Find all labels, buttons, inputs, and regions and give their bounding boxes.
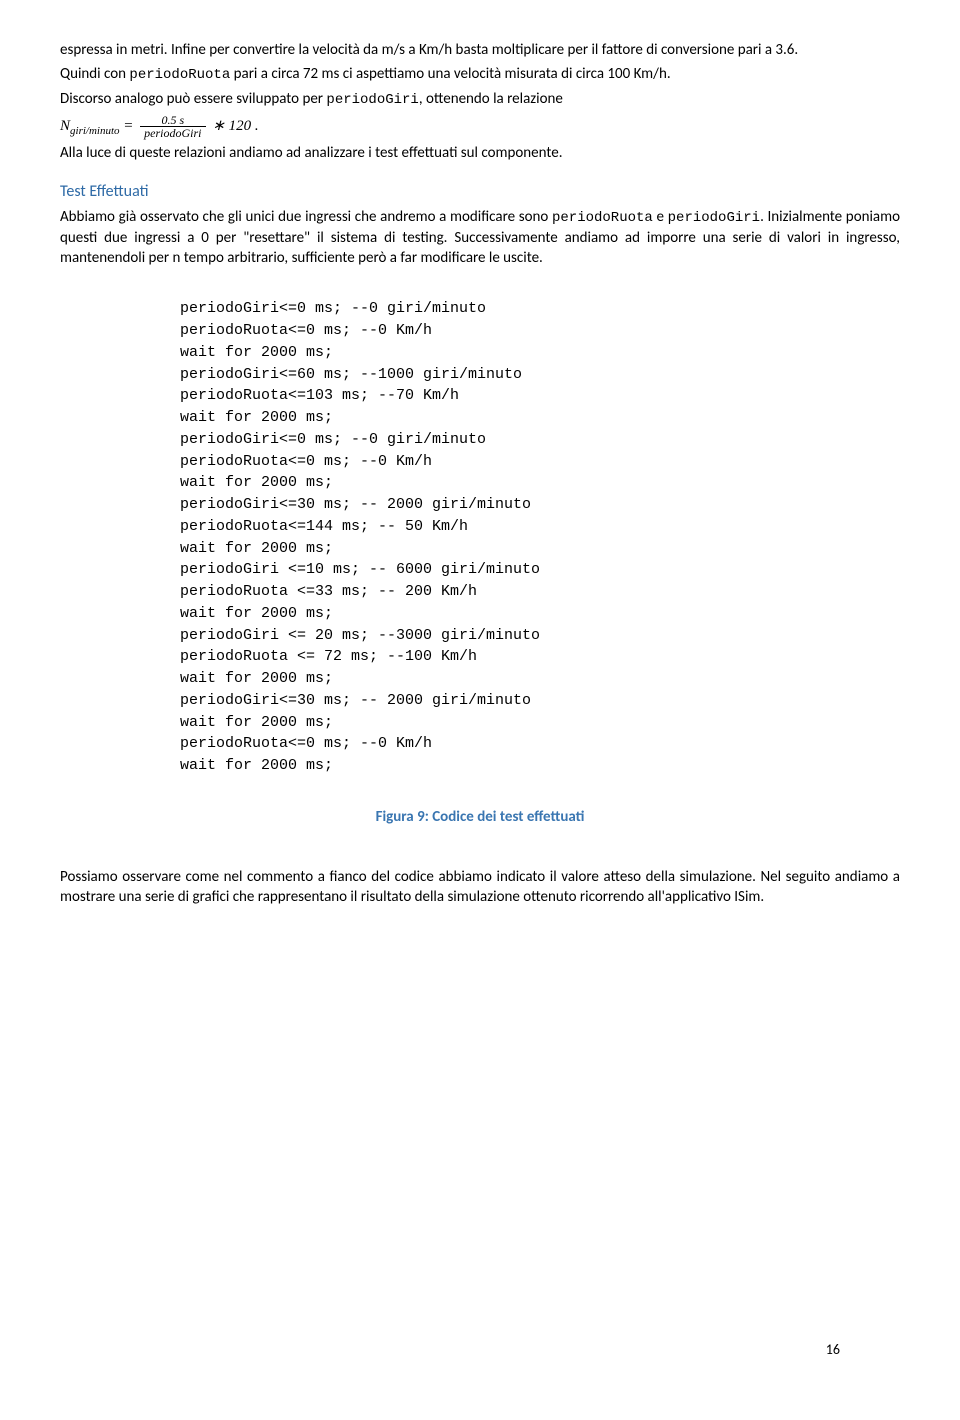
formula: Ngiri/minuto = 0.5 speriodoGiri ∗ 120 .	[60, 118, 259, 134]
page-number: 16	[826, 1341, 840, 1360]
text: espressa in metri. Infine per convertire…	[60, 41, 798, 59]
formula-line: Ngiri/minuto = 0.5 speriodoGiri ∗ 120 .	[60, 114, 900, 139]
paragraph-2: Quindi con periodoRuota pari a circa 72 …	[60, 64, 900, 85]
paragraph-3: Discorso analogo può essere sviluppato p…	[60, 89, 900, 110]
formula-var: N	[60, 118, 70, 134]
denominator: periodoGiri	[140, 127, 205, 139]
code-inline: periodoGiri	[668, 210, 760, 226]
formula-sub: giri/minuto	[70, 125, 120, 137]
formula-rhs: ∗ 120 .	[209, 118, 259, 134]
code-inline: periodoRuota	[129, 67, 230, 83]
text: Quindi con	[60, 65, 129, 83]
code-block: periodoGiri<=0 ms; --0 giri/minuto perio…	[180, 298, 900, 777]
fraction: 0.5 speriodoGiri	[140, 114, 205, 139]
paragraph-5: Abbiamo già osservato che gli unici due …	[60, 207, 900, 268]
section-heading: Test Effettuati	[60, 181, 900, 203]
figure-caption: Figura 9: Codice dei test effettuati	[60, 807, 900, 827]
text: pari a circa 72 ms ci aspettiamo una vel…	[230, 65, 670, 83]
text: Alla luce di queste relazioni andiamo ad…	[60, 144, 563, 162]
text: e	[653, 208, 668, 226]
text: Abbiamo già osservato che gli unici due …	[60, 208, 552, 226]
code-inline: periodoGiri	[326, 92, 418, 108]
text: Discorso analogo può essere sviluppato p…	[60, 90, 326, 108]
formula-eq: =	[120, 118, 138, 134]
code-inline: periodoRuota	[552, 210, 653, 226]
text: , ottenendo la relazione	[419, 90, 563, 108]
text: Possiamo osservare come nel commento a f…	[60, 868, 900, 906]
paragraph-6: Possiamo osservare come nel commento a f…	[60, 867, 900, 908]
paragraph-1: espressa in metri. Infine per convertire…	[60, 40, 900, 60]
paragraph-4: Alla luce di queste relazioni andiamo ad…	[60, 143, 900, 163]
